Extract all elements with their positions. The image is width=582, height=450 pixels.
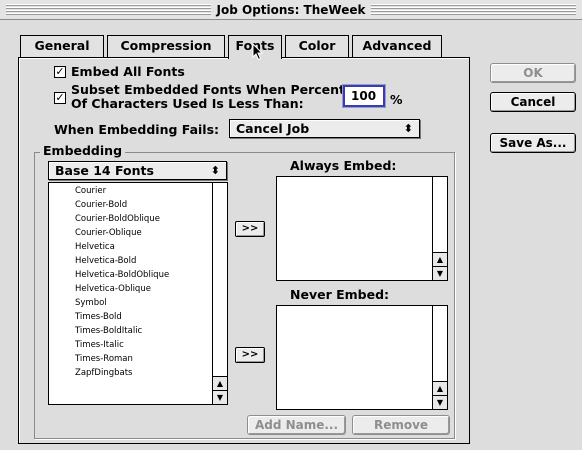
window-title: Job Options: TheWeek [210, 3, 372, 17]
scroll-down-arrow-icon[interactable]: ▼ [433, 266, 447, 280]
subset-percent-value: 100 [351, 89, 377, 103]
mouse-cursor-icon [252, 43, 264, 61]
font-list-item[interactable]: Helvetica-BoldOblique [75, 270, 169, 280]
add-name-label: Add Name... [254, 418, 339, 432]
never-embed-scrollbar[interactable]: ▲ ▼ [432, 306, 447, 409]
always-embed-scrollbar[interactable]: ▲ ▼ [432, 177, 447, 280]
scroll-down-arrow-icon[interactable]: ▼ [213, 390, 227, 404]
popup-arrows-icon: ⬍ [210, 164, 220, 177]
never-embed-label: Never Embed: [290, 287, 390, 302]
scroll-up-arrow-icon[interactable]: ▲ [433, 381, 447, 395]
font-list-item[interactable]: ZapfDingbats [75, 368, 132, 378]
scroll-up-arrow-icon[interactable]: ▲ [213, 376, 227, 390]
cancel-label: Cancel [510, 95, 556, 109]
always-embed-list[interactable]: ▲ ▼ [276, 176, 448, 281]
scroll-down-arrow-icon[interactable]: ▼ [433, 395, 447, 409]
available-fonts-scrollbar[interactable]: ▲ ▼ [212, 183, 227, 404]
move-button-label: >> [241, 223, 259, 234]
popup-arrows-icon: ⬍ [403, 122, 413, 135]
add-name-button[interactable]: Add Name... [247, 415, 346, 435]
embed-all-fonts-checkbox[interactable]: ✓ [54, 66, 66, 78]
save-as-button[interactable]: Save As... [490, 133, 576, 153]
embedding-group-label: Embedding [40, 143, 126, 158]
add-to-never-embed-button[interactable]: >> [235, 347, 265, 363]
tab-general[interactable]: General [20, 35, 104, 57]
font-list-item[interactable]: Times-Italic [75, 340, 124, 350]
when-embedding-fails-label: When Embedding Fails: [54, 122, 220, 137]
when-embedding-fails-select[interactable]: Cancel Job ⬍ [229, 119, 420, 138]
embed-all-fonts-label: Embed All Fonts [71, 64, 185, 79]
remove-button[interactable]: Remove [352, 415, 450, 435]
tab-advanced[interactable]: Advanced [352, 35, 442, 57]
font-list-item[interactable]: Times-BoldItalic [75, 326, 142, 336]
font-list-item[interactable]: Courier-BoldOblique [75, 214, 160, 224]
ok-button[interactable]: OK [490, 63, 576, 83]
move-button-label: >> [241, 349, 259, 360]
add-to-always-embed-button[interactable]: >> [235, 221, 265, 237]
when-embedding-fails-value: Cancel Job [236, 121, 310, 136]
tab-compression-label: Compression [120, 38, 212, 53]
font-source-select[interactable]: Base 14 Fonts ⬍ [48, 161, 227, 180]
font-list-item[interactable]: Courier-Oblique [75, 228, 142, 238]
font-list-item[interactable]: Symbol [75, 298, 107, 308]
cancel-button[interactable]: Cancel [490, 92, 576, 112]
tab-color[interactable]: Color [285, 35, 349, 57]
subset-percent-input[interactable]: 100 [343, 85, 385, 107]
font-list-item[interactable]: Times-Roman [75, 354, 133, 364]
font-source-value: Base 14 Fonts [55, 163, 154, 178]
ok-label: OK [523, 66, 543, 80]
font-list-item[interactable]: Helvetica-Bold [75, 256, 136, 266]
always-embed-label: Always Embed: [290, 158, 397, 173]
font-list-item[interactable]: Courier-Bold [75, 200, 127, 210]
font-list-item[interactable]: Helvetica-Oblique [75, 284, 151, 294]
font-list-item[interactable]: Times-Bold [75, 312, 122, 322]
tab-compression[interactable]: Compression [107, 35, 225, 57]
subset-label-line1: Subset Embedded Fonts When Percent [71, 82, 346, 97]
save-as-label: Save As... [499, 136, 567, 150]
font-list-item[interactable]: Courier [75, 186, 106, 196]
scroll-up-arrow-icon[interactable]: ▲ [433, 252, 447, 266]
never-embed-list[interactable]: ▲ ▼ [276, 305, 448, 410]
tab-color-label: Color [298, 38, 336, 53]
subset-fonts-checkbox[interactable]: ✓ [54, 92, 66, 104]
remove-label: Remove [373, 418, 429, 432]
tab-advanced-label: Advanced [362, 38, 432, 53]
subset-label-line2: Of Characters Used Is Less Than: [71, 96, 304, 111]
tab-general-label: General [34, 38, 90, 53]
font-list-item[interactable]: Helvetica [75, 242, 115, 252]
subset-percent-unit: % [390, 92, 403, 107]
window-title-wrap: Job Options: TheWeek [0, 0, 582, 20]
